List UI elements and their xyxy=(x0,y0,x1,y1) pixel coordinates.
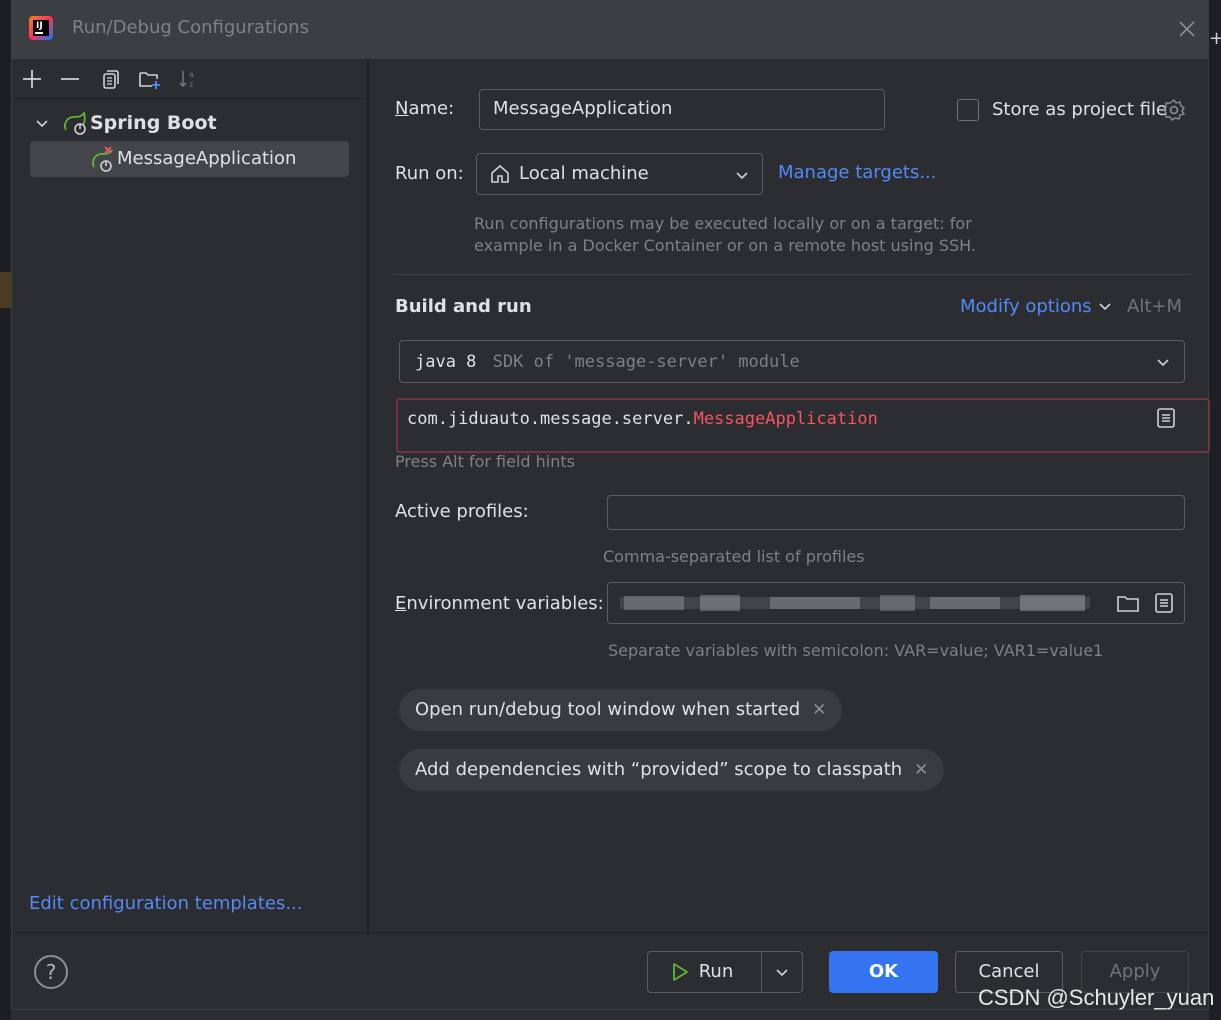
copy-icon[interactable] xyxy=(99,68,121,90)
edit-env-vars-icon[interactable] xyxy=(1154,592,1174,614)
active-profiles-label: Active profiles: xyxy=(395,501,529,522)
help-icon[interactable]: ? xyxy=(34,955,68,989)
store-as-project-file-label[interactable]: Store as project file xyxy=(992,99,1167,120)
name-label-mnemonic: N xyxy=(395,98,409,119)
panel-separator[interactable] xyxy=(367,60,369,932)
close-icon[interactable] xyxy=(1175,17,1199,41)
modify-options-link[interactable]: Modify options xyxy=(960,296,1092,317)
editor-gutter-right: + xyxy=(1209,0,1221,1020)
main-class-package: com.jiduauto.message.server. xyxy=(407,409,694,429)
name-input[interactable]: MessageApplication xyxy=(479,89,885,130)
section-divider xyxy=(394,274,1190,275)
close-icon[interactable]: ✕ xyxy=(812,700,826,720)
run-on-label: Run on: xyxy=(395,163,464,184)
spring-boot-icon xyxy=(64,112,86,135)
run-on-value: Local machine xyxy=(519,163,649,184)
run-on-hint-line2: example in a Docker Container or on a re… xyxy=(474,236,976,255)
sort-icon[interactable]: a z xyxy=(177,68,199,90)
ok-button[interactable]: OK xyxy=(829,951,938,993)
folder-icon[interactable] xyxy=(1116,592,1140,614)
chevron-down-icon[interactable] xyxy=(1098,299,1112,313)
active-profiles-input[interactable] xyxy=(607,495,1185,530)
sdk-java-label: java 8 xyxy=(415,352,477,372)
active-profiles-hint: Comma-separated list of profiles xyxy=(603,547,865,566)
add-icon[interactable] xyxy=(21,68,43,90)
plus-icon: + xyxy=(1209,28,1221,49)
env-vars-label-rest: nvironment variables: xyxy=(406,593,604,614)
intellij-logo-icon: IJ xyxy=(29,16,53,40)
env-vars-redacted-value xyxy=(620,595,1090,611)
remove-icon[interactable] xyxy=(59,68,81,90)
run-button-label: Run xyxy=(698,961,734,982)
option-chip-open-tool-window[interactable]: Open run/debug tool window when started ✕ xyxy=(399,689,843,731)
main-class-name: MessageApplication xyxy=(693,409,878,429)
chip-label: Add dependencies with “provided” scope t… xyxy=(415,759,903,780)
name-label-rest: ame: xyxy=(408,98,455,119)
run-on-select[interactable]: Local machine xyxy=(476,153,763,195)
env-vars-hint: Separate variables with semicolon: VAR=v… xyxy=(608,641,1104,660)
edit-templates-link[interactable]: Edit configuration templates... xyxy=(29,893,303,914)
chip-label: Open run/debug tool window when started xyxy=(415,699,801,720)
svg-text:a: a xyxy=(189,70,194,79)
new-folder-icon[interactable] xyxy=(138,68,162,90)
manage-targets-link[interactable]: Manage targets... xyxy=(778,162,937,183)
chevron-down-icon xyxy=(776,969,788,977)
tree-group-spring-boot[interactable]: Spring Boot xyxy=(90,112,217,134)
name-label: Name: xyxy=(395,98,454,119)
option-chip-provided-scope[interactable]: Add dependencies with “provided” scope t… xyxy=(399,749,945,791)
browse-class-icon[interactable] xyxy=(1156,407,1176,429)
sdk-detail-label: SDK of 'message-server' module xyxy=(492,352,800,372)
store-as-project-file-checkbox[interactable] xyxy=(957,99,979,121)
field-hints-text: Press Alt for field hints xyxy=(395,452,575,471)
chevron-down-icon[interactable] xyxy=(34,115,50,131)
window-title: Run/Debug Configurations xyxy=(72,17,309,38)
main-class-input[interactable]: com.jiduauto.message.server.MessageAppli… xyxy=(396,398,1210,453)
close-icon[interactable]: ✕ xyxy=(914,760,928,780)
home-icon xyxy=(491,164,509,183)
env-vars-label-mnemonic: E xyxy=(395,593,407,614)
svg-text:z: z xyxy=(189,80,193,89)
editor-gutter-left xyxy=(0,0,11,1020)
play-icon xyxy=(673,963,688,981)
chevron-down-icon xyxy=(736,172,748,180)
env-vars-label: Environment variables: xyxy=(395,593,604,614)
tree-item-label: MessageApplication xyxy=(117,148,297,169)
modify-options-shortcut: Alt+M xyxy=(1127,296,1182,317)
spring-boot-config-error-icon xyxy=(92,146,113,172)
sdk-select[interactable]: java 8 SDK of 'message-server' module xyxy=(399,340,1185,383)
run-button[interactable]: Run xyxy=(647,951,762,993)
watermark: CSDN @Schuyler_yuan xyxy=(978,985,1215,1010)
run-on-hint-line1: Run configurations may be executed local… xyxy=(474,214,972,233)
chevron-down-icon xyxy=(1157,359,1169,367)
split-button-divider xyxy=(761,958,762,986)
build-run-title: Build and run xyxy=(395,296,532,317)
gear-icon[interactable] xyxy=(1162,98,1186,122)
